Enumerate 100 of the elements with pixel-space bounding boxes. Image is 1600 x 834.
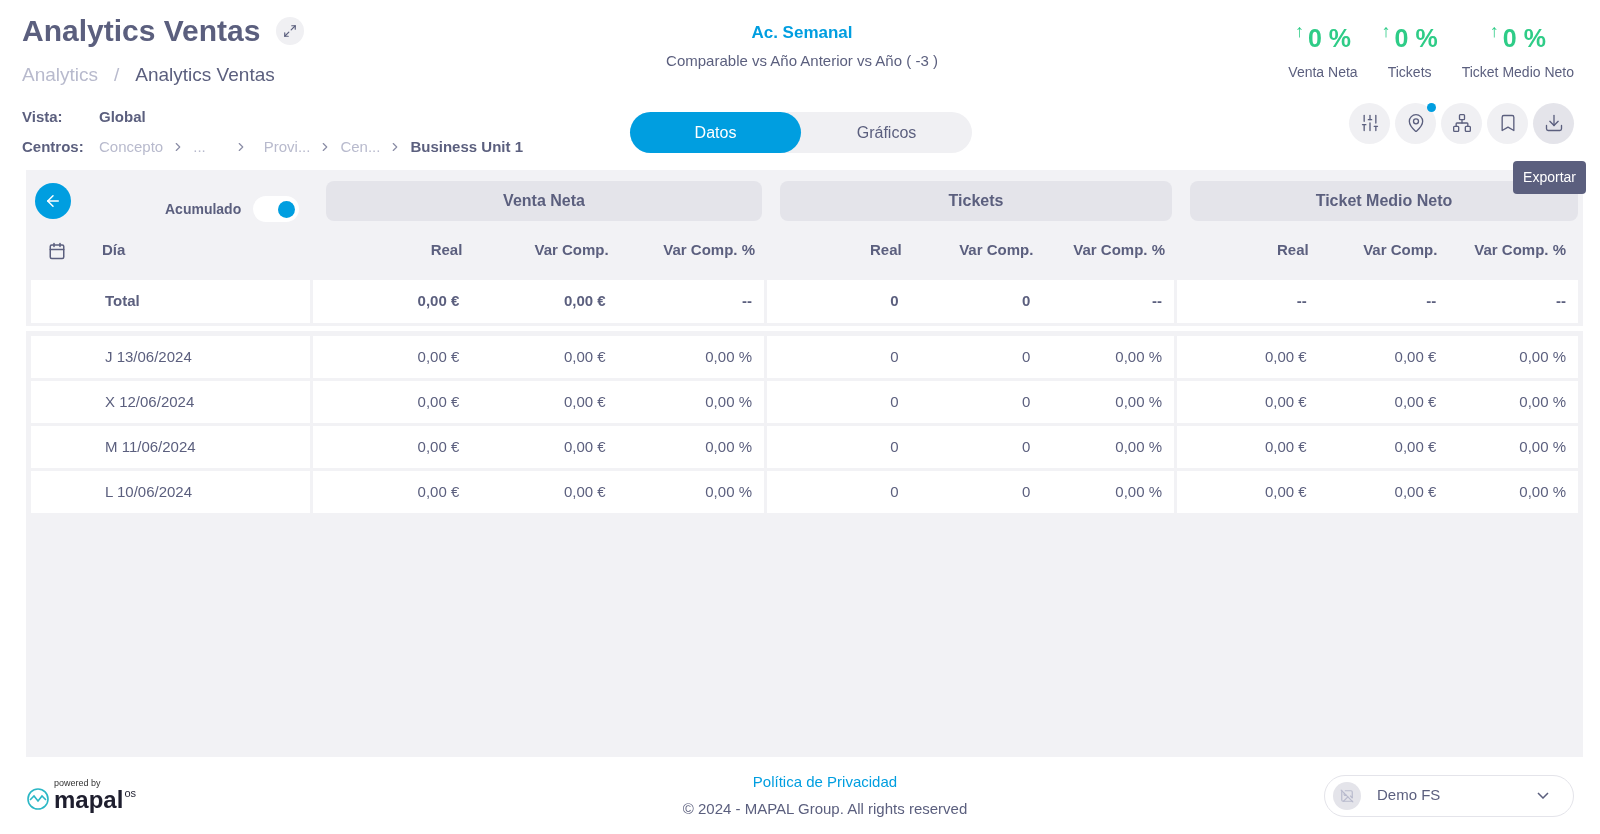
table-cell-text: X 12/06/2024 — [105, 391, 195, 412]
table-cell-text: 0,00 € — [1263, 436, 1307, 457]
table-cell-text: 0,00 € — [562, 291, 606, 312]
location-button[interactable] — [1395, 102, 1436, 144]
trend-arrow: ↑ — [1489, 22, 1499, 40]
table-cell-text: 0 — [889, 391, 899, 412]
column-header: Var Comp. — [533, 240, 609, 261]
table-cell-text: 0,00 € — [1393, 346, 1437, 367]
table-cell-text: 0,00 % — [1114, 391, 1162, 412]
table-cell-text: 0 — [1021, 391, 1031, 412]
kpi-value: 0 % — [1394, 23, 1438, 54]
table-cell-text: 0,00 % — [1114, 436, 1162, 457]
table-cell-text: 0,00 % — [704, 436, 752, 457]
table-cell-text: 0 — [889, 346, 899, 367]
trend-arrow: ↑ — [1294, 22, 1304, 40]
table-cell-text: 0,00 € — [1263, 391, 1307, 412]
centros-label: Centros: — [22, 137, 85, 157]
table-cell-text: -- — [1151, 291, 1162, 312]
breadcrumb-item[interactable]: Analytics — [22, 61, 99, 90]
table-cell-text: 0 — [1021, 481, 1031, 502]
page-title: Analytics Ventas — [22, 13, 261, 49]
column-header: Var Comp. — [958, 240, 1034, 261]
centro-path-item[interactable]: Cen... — [340, 136, 381, 159]
kpi-label: Tickets — [1387, 62, 1432, 82]
table-cell-text: -- — [1425, 291, 1437, 312]
table-cell-text: M 11/06/2024 — [105, 436, 196, 457]
table-cell-text: 0,00 € — [416, 436, 460, 457]
trend-arrow: ↑ — [1381, 22, 1391, 40]
table-cell-text: 0,00 % — [704, 346, 752, 367]
expand-button[interactable] — [276, 16, 305, 45]
accumulated-label: Acumulado — [165, 199, 242, 219]
accumulated-switch[interactable] — [253, 196, 300, 222]
kpi-label: Venta Neta — [1288, 62, 1358, 82]
table-cell-text: 0,00 € — [1393, 436, 1437, 457]
bookmark-button[interactable] — [1487, 102, 1528, 144]
table-cell-text: 0,00 % — [1518, 346, 1566, 367]
table-cell-text: 0 — [1021, 346, 1031, 367]
table-cell-text: 0,00 € — [562, 391, 606, 412]
centro-path-item[interactable]: Provi... — [263, 136, 311, 159]
brand-suffix-text: os — [124, 788, 136, 799]
table-cell-text: 0,00 % — [704, 391, 752, 412]
kpi-value: 0 % — [1307, 23, 1351, 54]
download-button[interactable] — [1533, 102, 1574, 144]
table-cell-text: 0 — [1021, 291, 1031, 312]
column-header: Real — [429, 240, 463, 261]
period-title: Ac. Semanal — [751, 22, 853, 44]
hierarchy-button[interactable] — [1441, 102, 1482, 144]
column-header: Var Comp. % — [1473, 240, 1566, 261]
table-cell-text: 0,00 € — [416, 291, 460, 312]
column-header: Var Comp. — [1362, 240, 1438, 261]
column-header: Real — [1275, 240, 1309, 261]
breadcrumb-separator: / — [114, 63, 120, 87]
column-header: Var Comp. % — [662, 240, 755, 261]
table-cell-text: 0,00 € — [416, 391, 460, 412]
sliders-icon — [1359, 113, 1380, 133]
table-cell-text: -- — [1295, 291, 1307, 312]
chevron-down-icon — [1537, 792, 1549, 799]
column-group-header: Venta Neta — [326, 181, 762, 221]
view-tab[interactable]: Datos — [630, 112, 801, 153]
table-cell-text: 0,00 % — [1518, 391, 1566, 412]
table-cell-text: 0,00 € — [562, 436, 606, 457]
period-subtitle: Comparable vs Año Anterior vs Año ( -3 ) — [666, 50, 938, 71]
table-cell-text: 0,00 € — [562, 481, 606, 502]
table-cell-text: 0,00 € — [1263, 346, 1307, 367]
centro-path-item[interactable]: ... — [193, 136, 206, 159]
filter-button[interactable] — [1349, 102, 1390, 144]
back-button[interactable] — [35, 183, 71, 219]
table-cell-text: 0,00 % — [1518, 481, 1566, 502]
column-header: Real — [868, 240, 902, 261]
table-cell-text: 0 — [889, 436, 899, 457]
avatar-icon — [1333, 781, 1361, 810]
calendar-icon — [48, 241, 66, 260]
expand-icon — [283, 23, 298, 38]
column-group-header: Tickets — [780, 181, 1172, 221]
table-cell-text: -- — [1555, 291, 1566, 312]
download-icon — [1543, 113, 1564, 133]
vista-value: Global — [99, 106, 146, 127]
table-cell-text: 0,00 % — [1518, 436, 1566, 457]
vista-label: Vista: — [22, 106, 64, 127]
centro-path-item[interactable]: Business Unit 1 — [410, 136, 523, 159]
table-cell-text: L 10/06/2024 — [105, 481, 193, 502]
table-cell-text: Total — [105, 291, 140, 312]
centro-path-item[interactable]: Concepto — [99, 136, 164, 159]
kpi-value: 0 % — [1502, 23, 1546, 54]
table-cell-text: 0,00 % — [704, 481, 752, 502]
table-cell-text: 0,00 % — [1114, 481, 1162, 502]
table-cell-text: 0 — [889, 481, 899, 502]
column-header: Var Comp. % — [1072, 240, 1165, 261]
privacy-link[interactable]: Política de Privacidad — [752, 771, 898, 794]
table-cell-text: 0,00 € — [1393, 481, 1437, 502]
table-cell-text: J 13/06/2024 — [105, 346, 192, 367]
network-icon — [1451, 113, 1472, 133]
breadcrumb-item: Analytics Ventas — [135, 63, 275, 87]
powered-by-text: powered by — [54, 779, 102, 788]
table-cell-text: 0,00 € — [416, 346, 460, 367]
kpi-label: Ticket Medio Neto — [1461, 62, 1574, 82]
view-tab[interactable]: Gráficos — [801, 112, 972, 153]
brand-logo-text: mapal — [54, 788, 124, 812]
copyright-text: © 2024 - MAPAL Group. All rights reserved — [682, 798, 968, 819]
table-cell-text: -- — [741, 291, 752, 312]
